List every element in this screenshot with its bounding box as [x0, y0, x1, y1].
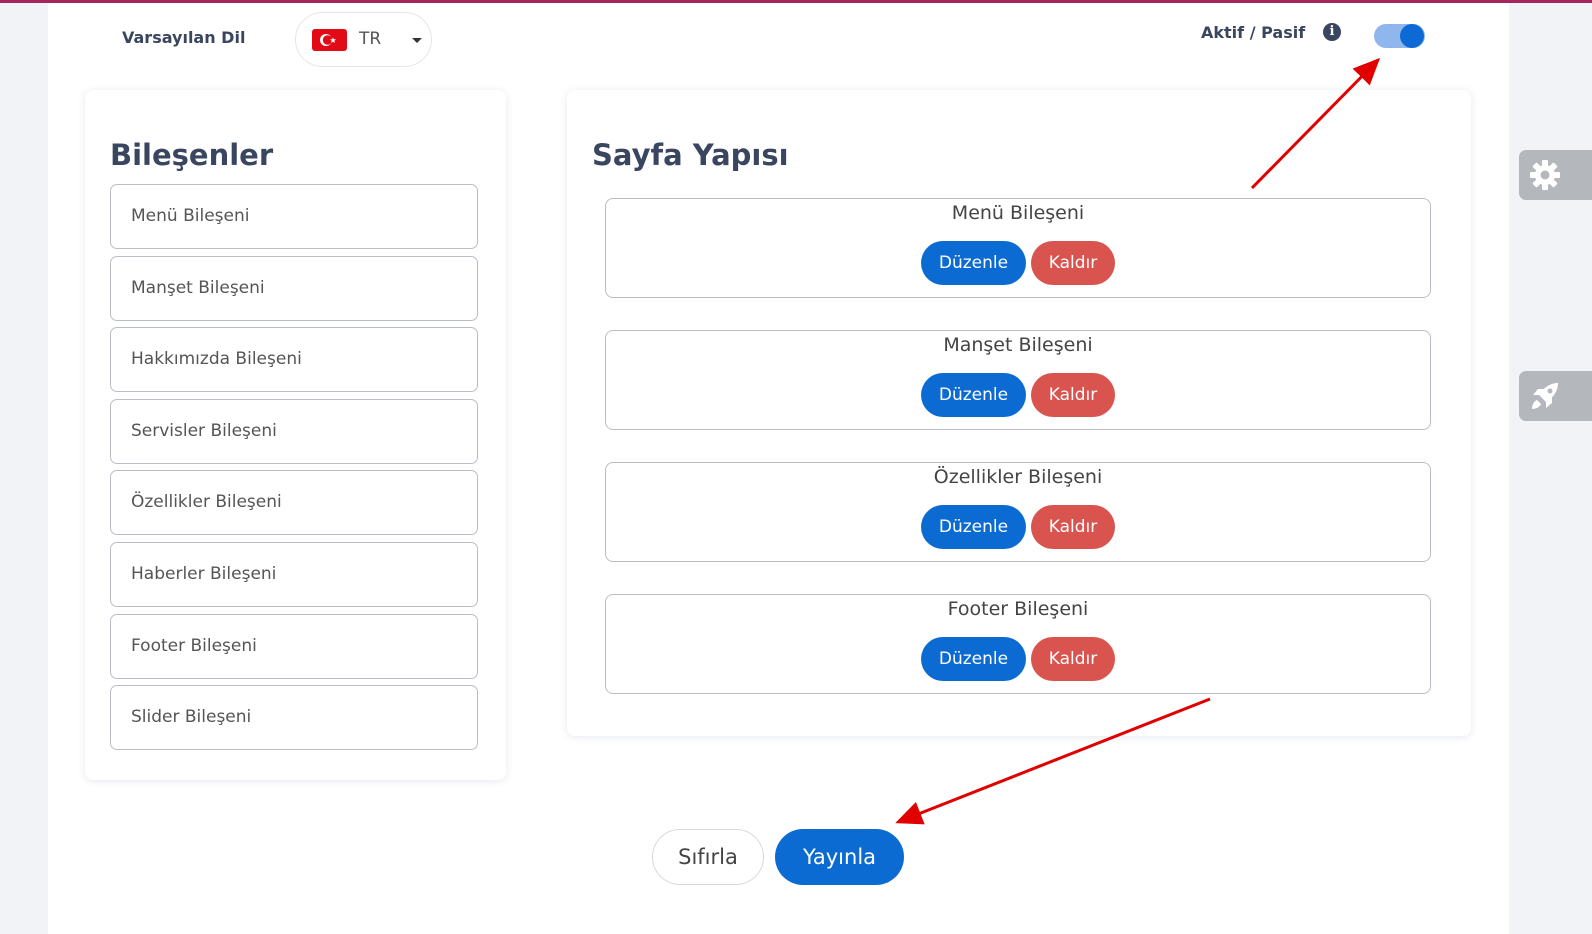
remove-button[interactable]: Kaldır	[1031, 241, 1115, 285]
structure-item[interactable]: Footer Bileşeni Düzenle Kaldır	[605, 594, 1431, 694]
page-structure-list: Menü Bileşeni Düzenle Kaldır Manşet Bileş…	[605, 198, 1431, 726]
component-item[interactable]: Menü Bileşeni	[110, 184, 478, 249]
gear-icon	[1530, 160, 1560, 190]
component-item[interactable]: Slider Bileşeni	[110, 685, 478, 751]
structure-item-name: Menü Bileşeni	[951, 202, 1085, 224]
remove-button[interactable]: Kaldır	[1031, 505, 1115, 549]
structure-item[interactable]: Menü Bileşeni Düzenle Kaldır	[605, 198, 1431, 298]
chevron-down-icon	[412, 38, 422, 43]
structure-item-name: Özellikler Bileşeni	[933, 466, 1103, 488]
rocket-icon	[1532, 383, 1558, 409]
component-item[interactable]: Footer Bileşeni	[110, 613, 478, 679]
active-passive-label: Aktif / Pasif	[1201, 23, 1306, 42]
structure-item-name: Manşet Bileşeni	[943, 334, 1093, 356]
components-list: Menü Bileşeni Manşet Bileşeni Hakkımızda…	[110, 184, 478, 757]
components-title: Bileşenler	[110, 138, 274, 172]
settings-tab[interactable]	[1519, 150, 1592, 200]
component-item[interactable]: Hakkımızda Bileşeni	[110, 327, 478, 393]
language-select[interactable]: TR	[295, 12, 432, 67]
structure-item-name: Footer Bileşeni	[947, 598, 1089, 620]
component-item[interactable]: Manşet Bileşeni	[110, 255, 478, 321]
edit-button[interactable]: Düzenle	[921, 241, 1026, 285]
structure-item[interactable]: Manşet Bileşeni Düzenle Kaldır	[605, 330, 1431, 430]
info-icon[interactable]: i	[1323, 23, 1341, 41]
component-item[interactable]: Servisler Bileşeni	[110, 398, 478, 464]
active-passive-toggle[interactable]	[1374, 24, 1425, 48]
page-structure-title: Sayfa Yapısı	[592, 138, 789, 172]
page-structure-panel: Sayfa Yapısı Menü Bileşeni Düzenle Kaldır…	[567, 90, 1471, 736]
toggle-knob	[1400, 24, 1424, 48]
edit-button[interactable]: Düzenle	[921, 373, 1026, 417]
edit-button[interactable]: Düzenle	[921, 505, 1026, 549]
selected-language: TR	[359, 29, 382, 49]
default-language-label: Varsayılan Dil	[122, 28, 246, 47]
reset-button[interactable]: Sıfırla	[652, 829, 764, 885]
remove-button[interactable]: Kaldır	[1031, 373, 1115, 417]
turkey-flag-icon	[312, 29, 347, 51]
component-item[interactable]: Haberler Bileşeni	[110, 541, 478, 607]
edit-button[interactable]: Düzenle	[921, 637, 1026, 681]
publish-button[interactable]: Yayınla	[775, 829, 904, 885]
launch-tab[interactable]	[1519, 371, 1592, 421]
components-panel: Bileşenler Menü Bileşeni Manşet Bileşeni…	[85, 90, 506, 780]
component-item[interactable]: Özellikler Bileşeni	[110, 470, 478, 536]
structure-item[interactable]: Özellikler Bileşeni Düzenle Kaldır	[605, 462, 1431, 562]
remove-button[interactable]: Kaldır	[1031, 637, 1115, 681]
